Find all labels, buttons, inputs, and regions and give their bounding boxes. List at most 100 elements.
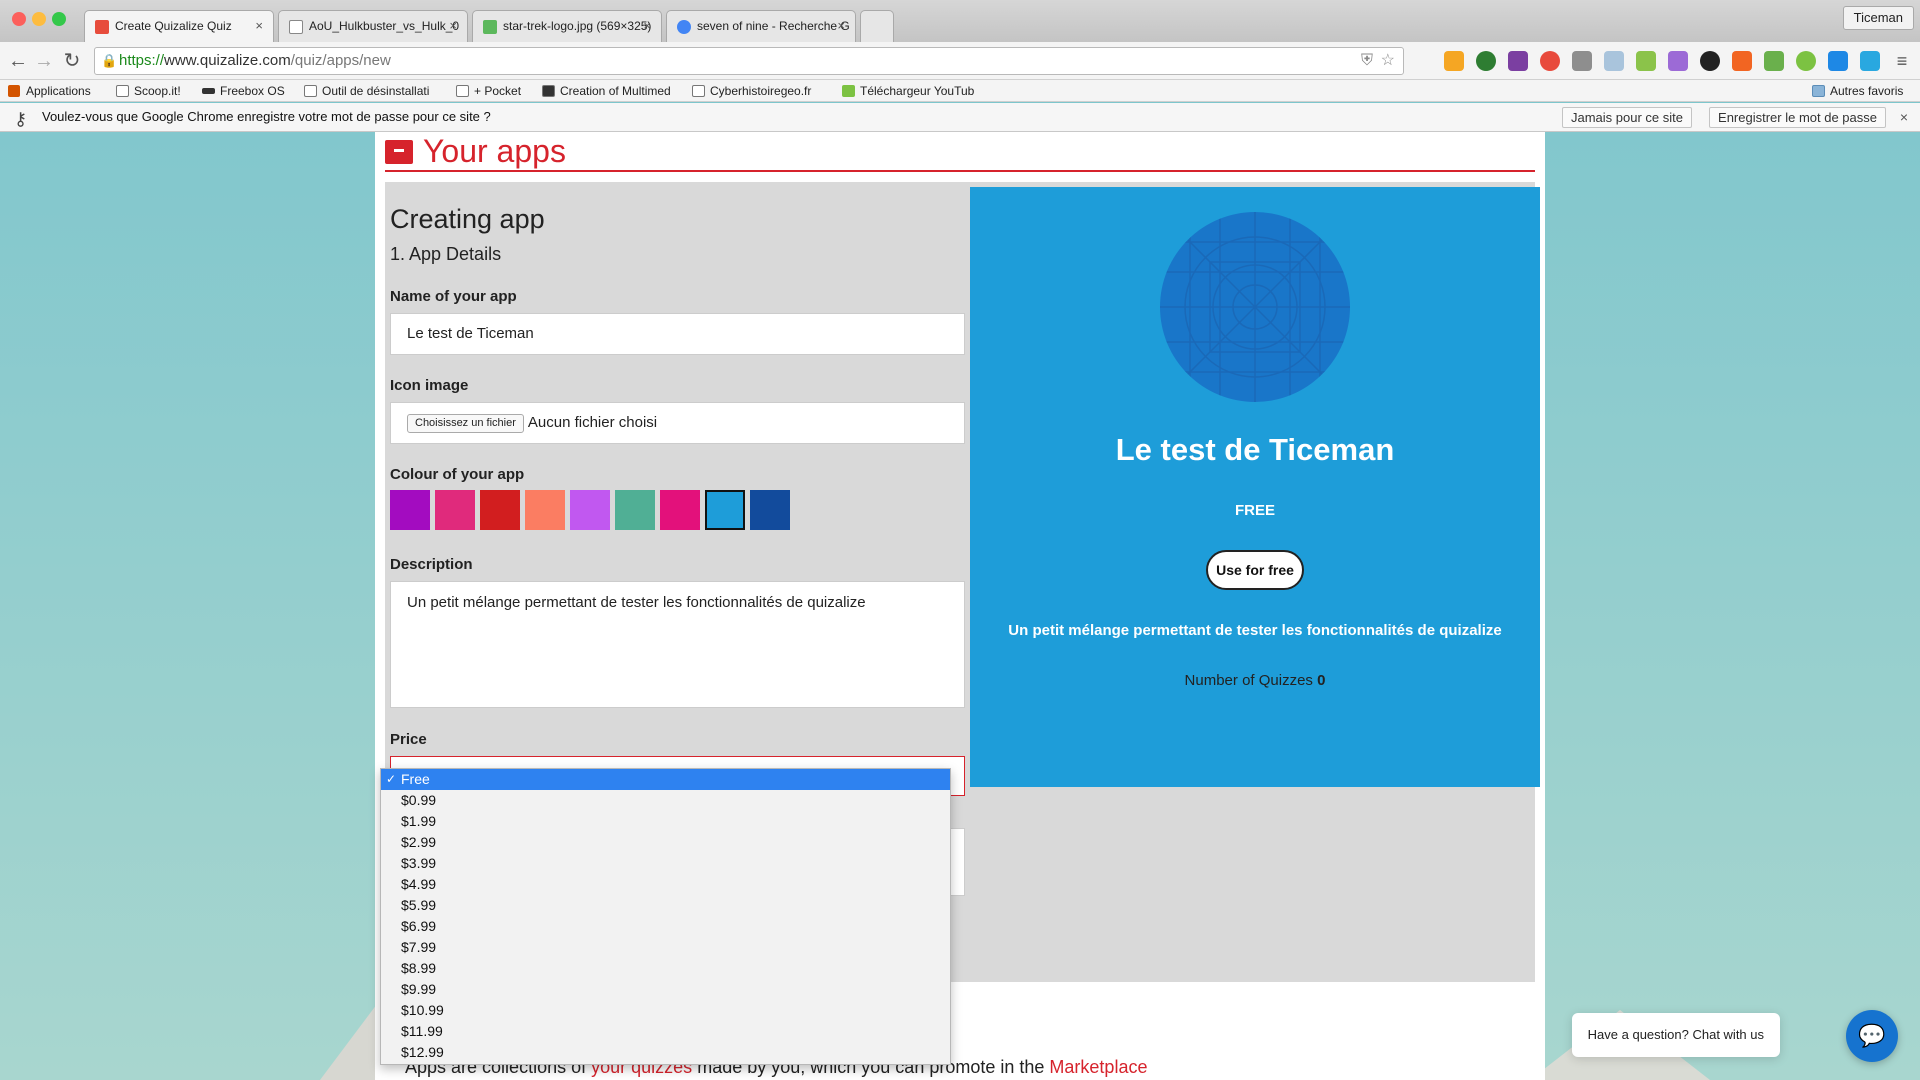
close-icon[interactable]: × — [1900, 103, 1908, 131]
colour-swatch[interactable] — [570, 490, 610, 530]
close-icon[interactable]: × — [449, 11, 457, 41]
url-host: www.quizalize.com — [164, 52, 291, 69]
close-icon[interactable]: × — [837, 11, 845, 41]
bookmark-item[interactable]: Téléchargeur YouTub — [842, 80, 974, 102]
price-option[interactable]: $2.99 — [381, 832, 950, 853]
price-option[interactable]: $9.99 — [381, 979, 950, 1000]
extension-icon[interactable] — [1636, 51, 1656, 71]
browser-tab-3[interactable]: seven of nine - Recherche G × — [666, 10, 856, 42]
bookmark-star-icon[interactable]: ☆ — [1381, 48, 1395, 74]
favicon-icon — [95, 20, 109, 34]
page-title: Your apps — [385, 132, 566, 170]
save-password-button[interactable]: Enregistrer le mot de passe — [1709, 107, 1886, 128]
price-option[interactable]: $5.99 — [381, 895, 950, 916]
price-option[interactable]: ✓ Free — [381, 769, 950, 790]
extension-icon[interactable] — [1540, 51, 1560, 71]
price-option-label: $8.99 — [401, 960, 437, 976]
price-option[interactable]: $3.99 — [381, 853, 950, 874]
camera-icon[interactable] — [1604, 51, 1624, 71]
preview-title: Le test de Ticeman — [1115, 432, 1395, 467]
colour-swatch[interactable] — [615, 490, 655, 530]
bookmark-item[interactable]: + Pocket — [456, 80, 521, 102]
chat-button[interactable]: 💬 — [1846, 1010, 1898, 1062]
window-close-button[interactable] — [12, 12, 26, 26]
extension-icon[interactable] — [1572, 51, 1592, 71]
checkmark-icon: ✓ — [386, 772, 397, 786]
window-zoom-button[interactable] — [52, 12, 66, 26]
app-name-input[interactable]: Le test de Ticeman — [390, 313, 965, 355]
extension-icon[interactable] — [1732, 51, 1752, 71]
bookmark-item[interactable]: Freebox OS — [202, 80, 285, 102]
icon-file-input[interactable]: Choisissez un fichier Aucun fichier chois… — [390, 402, 965, 444]
description-textarea[interactable]: Un petit mélange permettant de tester le… — [390, 581, 965, 708]
url-path: /quiz/apps/new — [290, 52, 391, 69]
browser-tab-0[interactable]: Create Quizalize Quiz × — [84, 10, 274, 42]
extension-icon[interactable] — [1476, 51, 1496, 71]
chat-prompt[interactable]: Have a question? Chat with us — [1571, 1013, 1780, 1057]
marketplace-link[interactable]: Marketplace — [1049, 1057, 1147, 1077]
price-option-label: $0.99 — [401, 792, 437, 808]
extension-icon[interactable] — [1828, 51, 1848, 71]
price-option[interactable]: $8.99 — [381, 958, 950, 979]
app-icon-placeholder — [1160, 212, 1350, 402]
menu-icon[interactable]: ≡ — [1890, 49, 1914, 73]
extension-icon[interactable] — [1764, 51, 1784, 71]
price-option[interactable]: $1.99 — [381, 811, 950, 832]
colour-swatch[interactable] — [480, 490, 520, 530]
tab-title: star-trek-logo.jpg (569×325) — [503, 19, 652, 33]
colour-swatch[interactable] — [525, 490, 565, 530]
pen-icon[interactable] — [1668, 51, 1688, 71]
close-icon[interactable]: × — [643, 11, 651, 41]
image-icon — [542, 85, 555, 97]
price-option[interactable]: $12.99 — [381, 1042, 950, 1063]
back-button[interactable]: ← — [6, 49, 30, 73]
colour-swatch[interactable] — [660, 490, 700, 530]
extension-icon[interactable] — [1444, 51, 1464, 71]
extension-icon[interactable] — [1700, 51, 1720, 71]
password-infobar: ⚷ Voulez-vous que Google Chrome enregist… — [0, 103, 1920, 132]
use-for-free-button[interactable]: Use for free — [1206, 550, 1304, 590]
profile-button[interactable]: Ticeman — [1842, 6, 1914, 30]
price-option[interactable]: $6.99 — [381, 916, 950, 937]
browser-tab-1[interactable]: AoU_Hulkbuster_vs_Hulk_0 × — [278, 10, 468, 42]
tab-bar: Create Quizalize Quiz × AoU_Hulkbuster_v… — [0, 0, 1920, 42]
price-option-label: $2.99 — [401, 834, 437, 850]
form-step: 1. App Details — [390, 244, 502, 264]
bookmark-apps[interactable]: Applications — [8, 80, 91, 102]
choose-file-button[interactable]: Choisissez un fichier — [407, 413, 524, 433]
extension-icon[interactable] — [1796, 51, 1816, 71]
bookmark-item[interactable]: Scoop.it! — [116, 80, 181, 102]
price-option[interactable]: $11.99 — [381, 1021, 950, 1042]
extension-icon[interactable] — [1860, 51, 1880, 71]
preview-price: FREE — [1234, 502, 1275, 519]
shield-icon[interactable]: ⛨ — [1361, 48, 1373, 74]
colour-swatch[interactable] — [750, 490, 790, 530]
bookmarks-bar: Applications Scoop.it! Freebox OS Outil … — [0, 80, 1920, 102]
reload-button[interactable]: ↻ — [60, 49, 84, 73]
tab-title: Create Quizalize Quiz — [115, 19, 232, 33]
browser-tab-2[interactable]: star-trek-logo.jpg (569×325) × — [472, 10, 662, 42]
page-background: Your apps Creating app 1. App Details Na… — [0, 132, 1920, 1080]
bookmark-item[interactable]: Outil de désinstallati — [304, 80, 429, 102]
never-save-button[interactable]: Jamais pour ce site — [1562, 107, 1692, 128]
bookmark-item[interactable]: Creation of Multimed — [542, 80, 671, 102]
price-option[interactable]: $0.99 — [381, 790, 950, 811]
close-icon[interactable]: × — [255, 11, 263, 41]
price-option-label: Free — [401, 771, 430, 787]
bookmark-item[interactable]: Cyberhistoiregeo.fr — [692, 80, 811, 102]
new-tab-button[interactable] — [860, 10, 894, 42]
price-option-label: $4.99 — [401, 876, 437, 892]
tab-title: AoU_Hulkbuster_vs_Hulk_0 — [309, 19, 460, 33]
onenote-icon[interactable] — [1508, 51, 1528, 71]
colour-swatch[interactable] — [390, 490, 430, 530]
price-option[interactable]: $7.99 — [381, 937, 950, 958]
name-label: Name of your app — [390, 288, 517, 305]
forward-button[interactable]: → — [32, 49, 56, 73]
window-minimize-button[interactable] — [32, 12, 46, 26]
price-option[interactable]: $10.99 — [381, 1000, 950, 1021]
colour-swatch[interactable] — [705, 490, 745, 530]
address-bar[interactable]: 🔒 https://www.quizalize.com/quiz/apps/ne… — [94, 47, 1404, 75]
colour-swatch[interactable] — [435, 490, 475, 530]
price-option[interactable]: $4.99 — [381, 874, 950, 895]
bookmark-other[interactable]: Autres favoris — [1812, 80, 1903, 102]
